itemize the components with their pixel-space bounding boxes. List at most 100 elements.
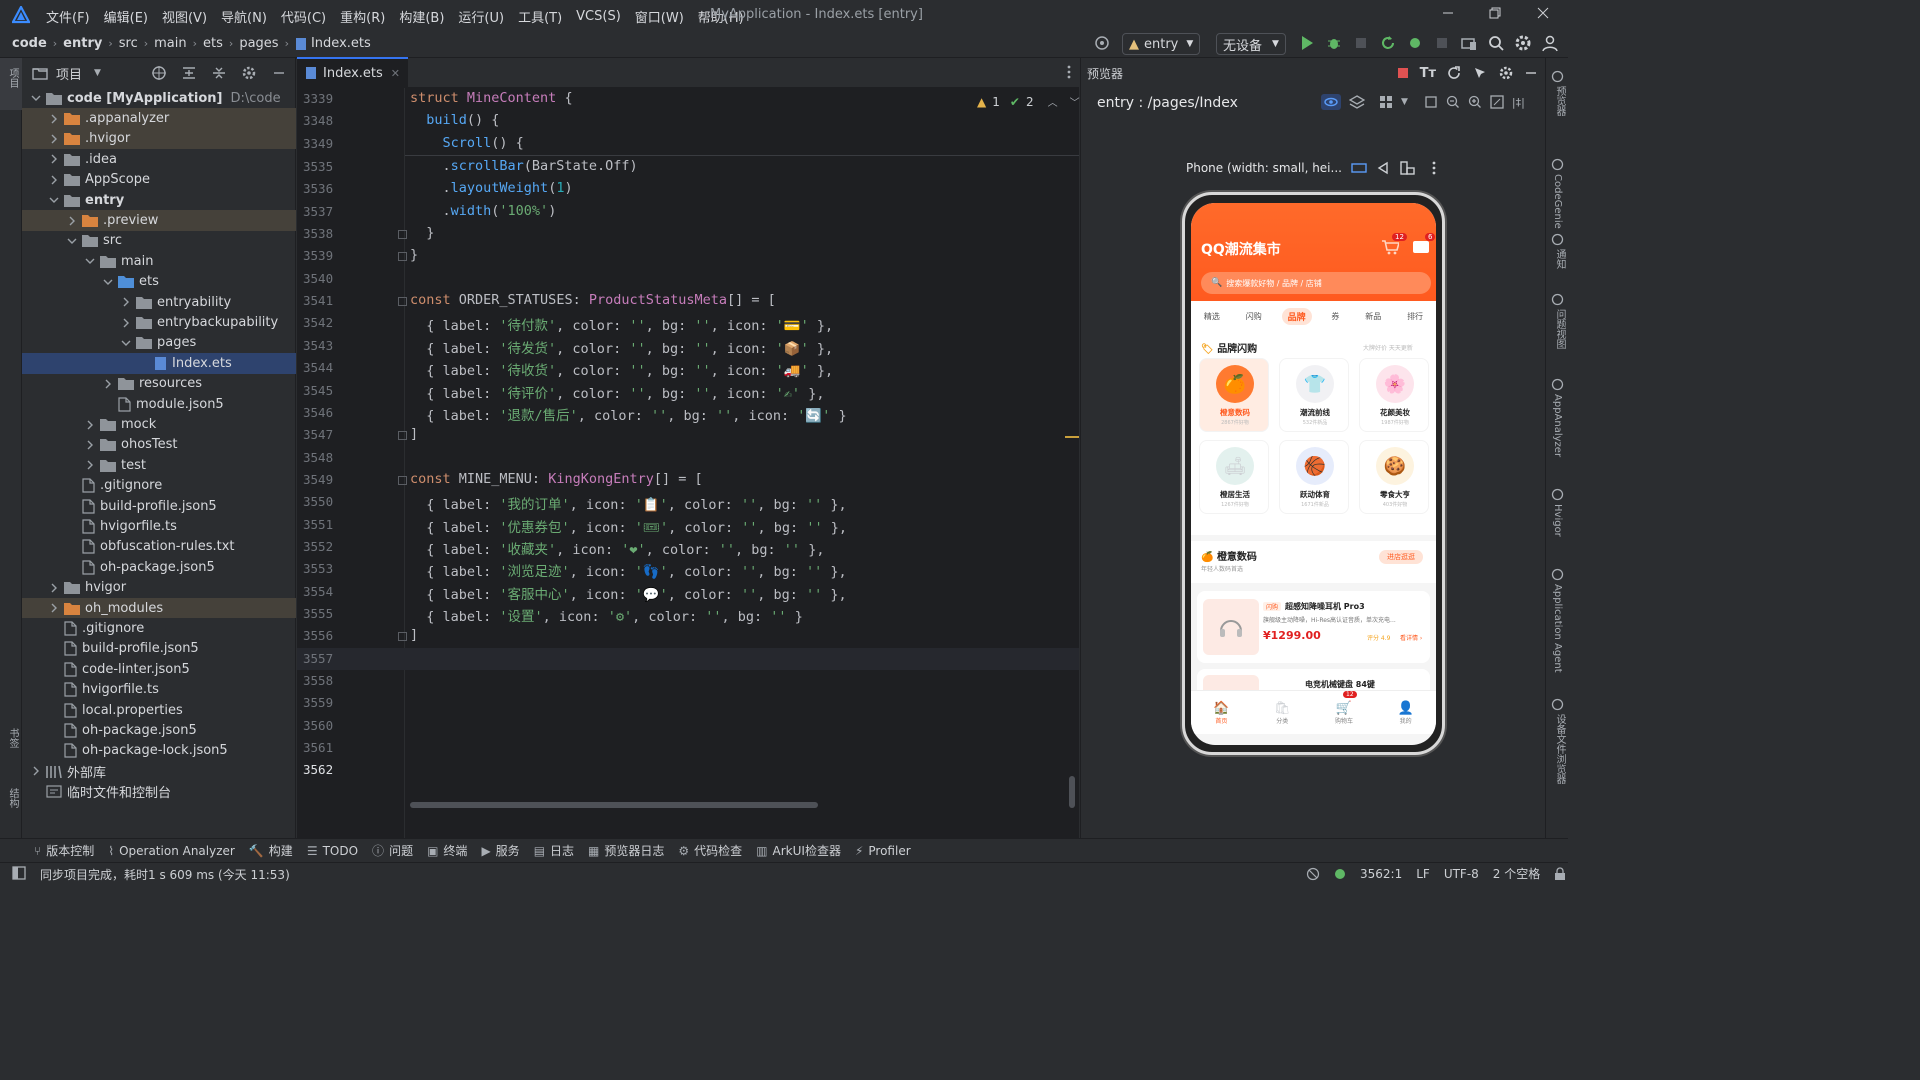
tree-item[interactable]: .idea bbox=[22, 149, 296, 169]
code-line[interactable]: { label: '优惠券包', icon: '🎟', color: '', b… bbox=[410, 516, 847, 536]
project-panel-title[interactable]: 项目 bbox=[56, 64, 82, 83]
chevron-right-icon[interactable] bbox=[48, 113, 60, 125]
device-manager-icon[interactable] bbox=[1460, 34, 1478, 52]
brand-card[interactable]: 🍪 零食大亨 403件好物 bbox=[1359, 440, 1429, 514]
vertical-scrollbar[interactable] bbox=[1069, 776, 1075, 808]
device-select[interactable]: 无设备 ▼ bbox=[1216, 33, 1286, 55]
chevron-down-icon[interactable] bbox=[120, 337, 132, 349]
eye-icon[interactable] bbox=[1321, 94, 1341, 110]
more-icon[interactable] bbox=[1432, 161, 1436, 175]
fold-marker-icon[interactable] bbox=[398, 297, 407, 307]
breadcrumb-item[interactable]: entry bbox=[63, 36, 102, 51]
menu-item-2[interactable]: 视图(V) bbox=[162, 7, 207, 26]
reload-icon[interactable] bbox=[1379, 34, 1397, 52]
menu-item-10[interactable]: 窗口(W) bbox=[635, 7, 684, 26]
indent-setting[interactable]: 2 个空格 bbox=[1493, 865, 1540, 882]
code-line[interactable]: { label: '待评价', color: '', bg: '', icon:… bbox=[410, 382, 824, 402]
toolwindow-arkui-inspector[interactable]: ▥ ArkUI检查器 bbox=[756, 842, 841, 859]
side-tool-button[interactable]: Hvigor bbox=[1552, 504, 1563, 537]
side-tool-icon[interactable] bbox=[1551, 488, 1564, 501]
zoom-out-icon[interactable] bbox=[1446, 95, 1460, 109]
fold-marker-icon[interactable] bbox=[398, 230, 407, 240]
tree-item[interactable]: code-linter.json5 bbox=[22, 659, 296, 679]
brand-card[interactable]: 🛋 橙居生活 1267件好物 bbox=[1199, 440, 1269, 514]
rotate-icon[interactable] bbox=[1399, 160, 1415, 176]
bottom-nav-item[interactable]: 👤 我的 bbox=[1398, 701, 1414, 725]
side-tool-icon[interactable] bbox=[1551, 158, 1564, 171]
code-line[interactable]: struct MineContent { bbox=[410, 90, 573, 106]
tree-item[interactable]: .appanalyzer bbox=[22, 108, 296, 129]
status-ok-icon[interactable] bbox=[1334, 868, 1346, 880]
restore-icon[interactable] bbox=[1487, 5, 1503, 21]
profile-icon[interactable] bbox=[1406, 34, 1424, 52]
tree-item[interactable]: obfuscation-rules.txt bbox=[22, 537, 296, 557]
account-icon[interactable] bbox=[1541, 34, 1559, 52]
app-tab[interactable]: 精选 bbox=[1198, 309, 1226, 324]
tree-item[interactable]: entry bbox=[22, 190, 296, 210]
gear-icon[interactable] bbox=[1498, 65, 1514, 81]
breadcrumb-item[interactable]: src bbox=[119, 36, 138, 51]
line-separator[interactable]: LF bbox=[1416, 867, 1430, 881]
fit-icon[interactable] bbox=[1490, 95, 1504, 109]
app-tab[interactable]: 新品 bbox=[1359, 309, 1387, 324]
tree-item[interactable]: pages bbox=[22, 333, 296, 353]
app-tab[interactable]: 排行 bbox=[1401, 309, 1429, 324]
tree-item[interactable]: oh-package-lock.json5 bbox=[22, 741, 296, 761]
side-tool-icon[interactable] bbox=[1551, 378, 1564, 391]
close-icon[interactable] bbox=[1535, 5, 1551, 21]
ruler-icon[interactable]: |‡| bbox=[1512, 96, 1525, 109]
tree-item[interactable]: hvigorfile.ts bbox=[22, 516, 296, 536]
chevron-up-icon[interactable]: ︿ bbox=[1048, 94, 1058, 109]
code-line[interactable]: { label: '我的订单', icon: '📋', color: '', b… bbox=[410, 493, 846, 513]
chevron-right-icon[interactable] bbox=[84, 459, 96, 471]
chevron-right-icon[interactable] bbox=[84, 419, 96, 431]
toolwindow-version-control[interactable]: ⑂ 版本控制 bbox=[34, 842, 94, 859]
code-line[interactable]: const MINE_MENU: KingKongEntry[] = [ bbox=[410, 471, 703, 487]
zoom-in-icon[interactable] bbox=[1468, 95, 1482, 109]
side-tool-icon[interactable] bbox=[1551, 233, 1564, 246]
gear-icon[interactable] bbox=[241, 65, 257, 81]
run-config-select[interactable]: ▲ entry ▼ bbox=[1122, 33, 1201, 55]
warning-marker[interactable] bbox=[1065, 436, 1079, 438]
code-line[interactable]: build() { bbox=[410, 112, 499, 128]
chevron-right-icon[interactable] bbox=[120, 296, 132, 308]
tree-item[interactable]: build-profile.json5 bbox=[22, 496, 296, 516]
toolwindow-build[interactable]: 🔨 构建 bbox=[249, 842, 293, 859]
side-tool-icon[interactable] bbox=[1551, 698, 1564, 711]
no-git-icon[interactable] bbox=[1306, 867, 1320, 881]
fold-marker-icon[interactable] bbox=[398, 475, 407, 485]
menu-item-0[interactable]: 文件(F) bbox=[46, 7, 90, 26]
target-icon[interactable] bbox=[1093, 34, 1111, 52]
code-line[interactable]: { label: '设置', icon: '⚙', color: '', bg:… bbox=[410, 605, 803, 625]
toolwindow-todo[interactable]: ☰ TODO bbox=[307, 844, 358, 858]
product-card[interactable]: 闪购 超感知降噪耳机 Pro3 旗舰级主动降噪，Hi-Res高认证音质，单次充电.… bbox=[1197, 591, 1430, 663]
hide-panel-icon[interactable] bbox=[1524, 66, 1538, 80]
side-tool-icon[interactable] bbox=[1551, 293, 1564, 306]
side-tool-button[interactable]: 通知 bbox=[1552, 249, 1567, 269]
minimize-icon[interactable] bbox=[1440, 5, 1456, 21]
tree-item[interactable]: ohosTest bbox=[22, 435, 296, 455]
side-tool-button[interactable]: AppAnalyzer bbox=[1552, 394, 1563, 457]
tree-item[interactable]: build-profile.json5 bbox=[22, 639, 296, 659]
fold-marker-icon[interactable] bbox=[398, 431, 407, 441]
chevron-right-icon[interactable] bbox=[48, 133, 60, 145]
breadcrumb-item[interactable]: Index.ets bbox=[311, 36, 371, 51]
fold-marker-icon[interactable] bbox=[398, 632, 407, 642]
breadcrumb-item[interactable]: code bbox=[12, 36, 47, 51]
code-line[interactable]: { label: '客服中心', icon: '💬', color: '', b… bbox=[410, 583, 846, 603]
toolwindow-log[interactable]: ▤ 日志 bbox=[534, 842, 574, 859]
breadcrumb-item[interactable]: main bbox=[154, 36, 186, 51]
tree-item[interactable]: Index.ets bbox=[22, 353, 296, 374]
bottom-nav-item[interactable]: 🏠 首页 bbox=[1213, 701, 1229, 725]
code-line[interactable]: { label: '待付款', color: '', bg: '', icon:… bbox=[410, 314, 833, 334]
project-tool-button[interactable]: 项目 bbox=[5, 68, 20, 88]
menu-item-5[interactable]: 重构(R) bbox=[340, 7, 385, 26]
toolwindow-profiler[interactable]: ⚡ Profiler bbox=[855, 844, 911, 858]
tree-item[interactable]: .gitignore bbox=[22, 476, 296, 496]
run-icon[interactable] bbox=[1298, 34, 1316, 52]
stop-preview-icon[interactable] bbox=[1396, 66, 1410, 80]
menu-item-1[interactable]: 编辑(E) bbox=[104, 7, 148, 26]
tree-item[interactable]: .preview bbox=[22, 210, 296, 231]
collapse-all-icon[interactable] bbox=[211, 65, 227, 81]
menu-item-9[interactable]: VCS(S) bbox=[576, 9, 621, 24]
